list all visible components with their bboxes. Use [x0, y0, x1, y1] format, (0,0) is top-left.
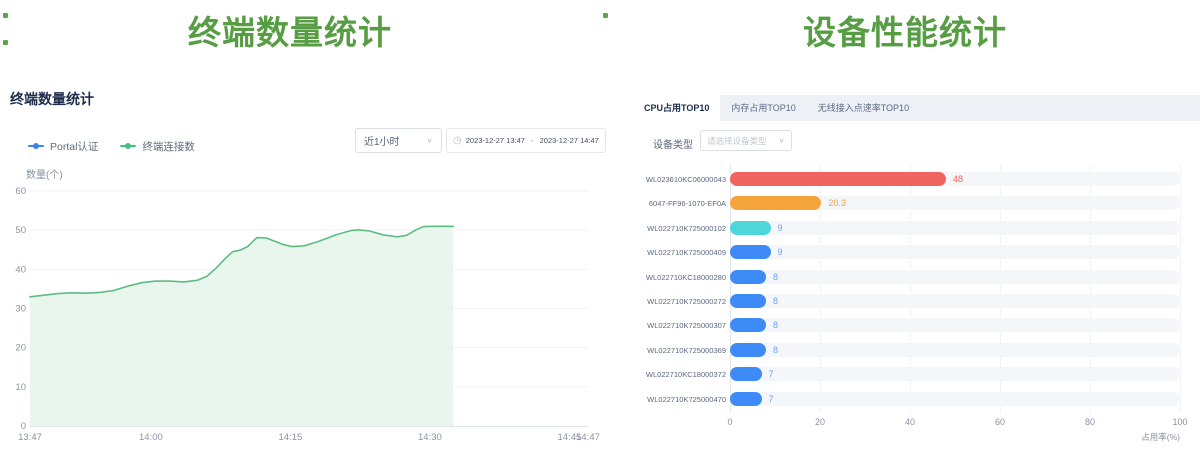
bar-track: [730, 318, 1180, 332]
bar: [730, 392, 762, 406]
bar: [730, 245, 771, 259]
y-tick-label: 10: [15, 382, 26, 393]
x-tick-label: 14:00: [139, 432, 163, 443]
x-tick-label: 0: [715, 417, 745, 427]
bar-category-label: WL022710K725000470: [633, 395, 726, 404]
bar: [730, 172, 946, 186]
gridline: [1180, 165, 1181, 413]
bar-category-label: WL022710K725000272: [633, 297, 726, 306]
bar-category-label: WL022710K725000409: [633, 248, 726, 257]
bar-value-label: 9: [778, 223, 783, 233]
bar: [730, 367, 762, 381]
bar-track: [730, 245, 1180, 259]
x-tick-label: 14:47: [576, 432, 600, 443]
bar-category-label: WL022710KC18000280: [633, 273, 726, 282]
bar-track: [730, 270, 1180, 284]
bar: [730, 221, 771, 235]
legend-marker-icon: [120, 145, 136, 147]
y-tick-label: 20: [15, 343, 26, 354]
bar-value-label: 8: [773, 296, 778, 306]
legend-label: Portal认证: [50, 139, 98, 154]
bar: [730, 196, 821, 210]
x-tick-label: 20: [805, 417, 835, 427]
line-chart: 010203040506013:4714:0014:1514:3014:4514…: [0, 160, 600, 456]
legend-marker-icon: [28, 145, 44, 147]
tab-无线接入点速率TOP10[interactable]: 无线接入点速率TOP10: [807, 95, 920, 121]
bar: [730, 318, 766, 332]
x-tick-label: 60: [985, 417, 1015, 427]
bar-track: [730, 343, 1180, 357]
legend-label: 终端连接数: [142, 139, 195, 154]
bar-track: [730, 294, 1180, 308]
x-tick-label: 14:30: [418, 432, 442, 443]
tab-内存占用TOP10[interactable]: 内存占用TOP10: [720, 95, 806, 121]
x-tick-label: 80: [1075, 417, 1105, 427]
device-type-label: 设备类型: [653, 136, 693, 151]
bar: [730, 270, 766, 284]
y-tick-label: 40: [15, 264, 26, 275]
legend-item[interactable]: Portal认证: [28, 139, 98, 154]
bar-value-label: 7: [769, 394, 774, 404]
bar: [730, 294, 766, 308]
bar-track: [730, 392, 1180, 406]
list-bullet-icon: [603, 13, 608, 18]
bar-track: [730, 221, 1180, 235]
bar-value-label: 20.3: [828, 198, 846, 208]
bar: [730, 343, 766, 357]
time-range-value: 近1小时: [364, 133, 400, 148]
bar-value-label: 8: [773, 272, 778, 282]
bar-value-label: 7: [769, 369, 774, 379]
section-heading-terminal: 终端数量统计: [0, 12, 580, 54]
bar-chart: 占用率(%) 0 20 40 60 80 100 WL023610KC06000043 48 6…: [633, 160, 1200, 456]
x-tick-label: 13:47: [18, 432, 42, 443]
bar-value-label: 8: [773, 320, 778, 330]
dashboard: 终端数量统计 设备性能统计 终端数量统计 Portal认证 终端连接数 近1小时 …: [0, 0, 1200, 456]
date-range-start: 2023-12-27 13:47: [466, 136, 525, 145]
bar-value-label: 48: [953, 174, 963, 184]
bar-category-label: 6047-FF96-1070-EF0A: [633, 199, 726, 208]
x-tick-label: 14:15: [279, 432, 303, 443]
tab-CPU占用TOP10[interactable]: CPU占用TOP10: [633, 95, 720, 121]
legend-dot-icon: [33, 143, 39, 149]
legend-item[interactable]: 终端连接数: [120, 139, 195, 154]
y-tick-label: 30: [15, 304, 26, 315]
time-range-select[interactable]: 近1小时 ∨: [355, 128, 442, 153]
date-range-end: 2023-12-27 14:47: [540, 136, 599, 145]
chart-legend: Portal认证 终端连接数: [28, 139, 195, 153]
bar-value-label: 8: [773, 345, 778, 355]
x-axis-label: 占用率(%): [1100, 431, 1180, 443]
bar-category-label: WL022710KC18000372: [633, 370, 726, 379]
bar-value-label: 9: [778, 247, 783, 257]
y-tick-label: 0: [21, 421, 26, 432]
area-fill: [30, 226, 453, 426]
tab-bar: CPU占用TOP10内存占用TOP10无线接入点速率TOP10: [633, 95, 1200, 121]
date-range-separator: -: [531, 136, 534, 145]
chevron-down-icon: ∨: [426, 136, 433, 145]
section-heading-device: 设备性能统计: [620, 12, 1190, 54]
chevron-down-icon: ∨: [778, 136, 785, 145]
device-type-placeholder: 请选择设备类型: [707, 135, 767, 147]
bar-category-label: WL022710K725000307: [633, 321, 726, 330]
panel-title: 终端数量统计: [10, 89, 94, 109]
y-tick-label: 50: [15, 225, 26, 236]
x-tick-label: 100: [1165, 417, 1195, 427]
bar-category-label: WL022710K725000102: [633, 224, 726, 233]
x-tick-label: 40: [895, 417, 925, 427]
date-range-picker[interactable]: ◷ 2023-12-27 13:47 - 2023-12-27 14:47: [446, 128, 606, 153]
bar-category-label: WL022710K725000369: [633, 346, 726, 355]
clock-icon: ◷: [453, 136, 462, 146]
device-type-select[interactable]: 请选择设备类型 ∨: [700, 130, 792, 151]
bar-track: [730, 367, 1180, 381]
bar-category-label: WL023610KC06000043: [633, 175, 726, 184]
legend-dot-icon: [125, 143, 131, 149]
y-tick-label: 60: [15, 186, 26, 197]
